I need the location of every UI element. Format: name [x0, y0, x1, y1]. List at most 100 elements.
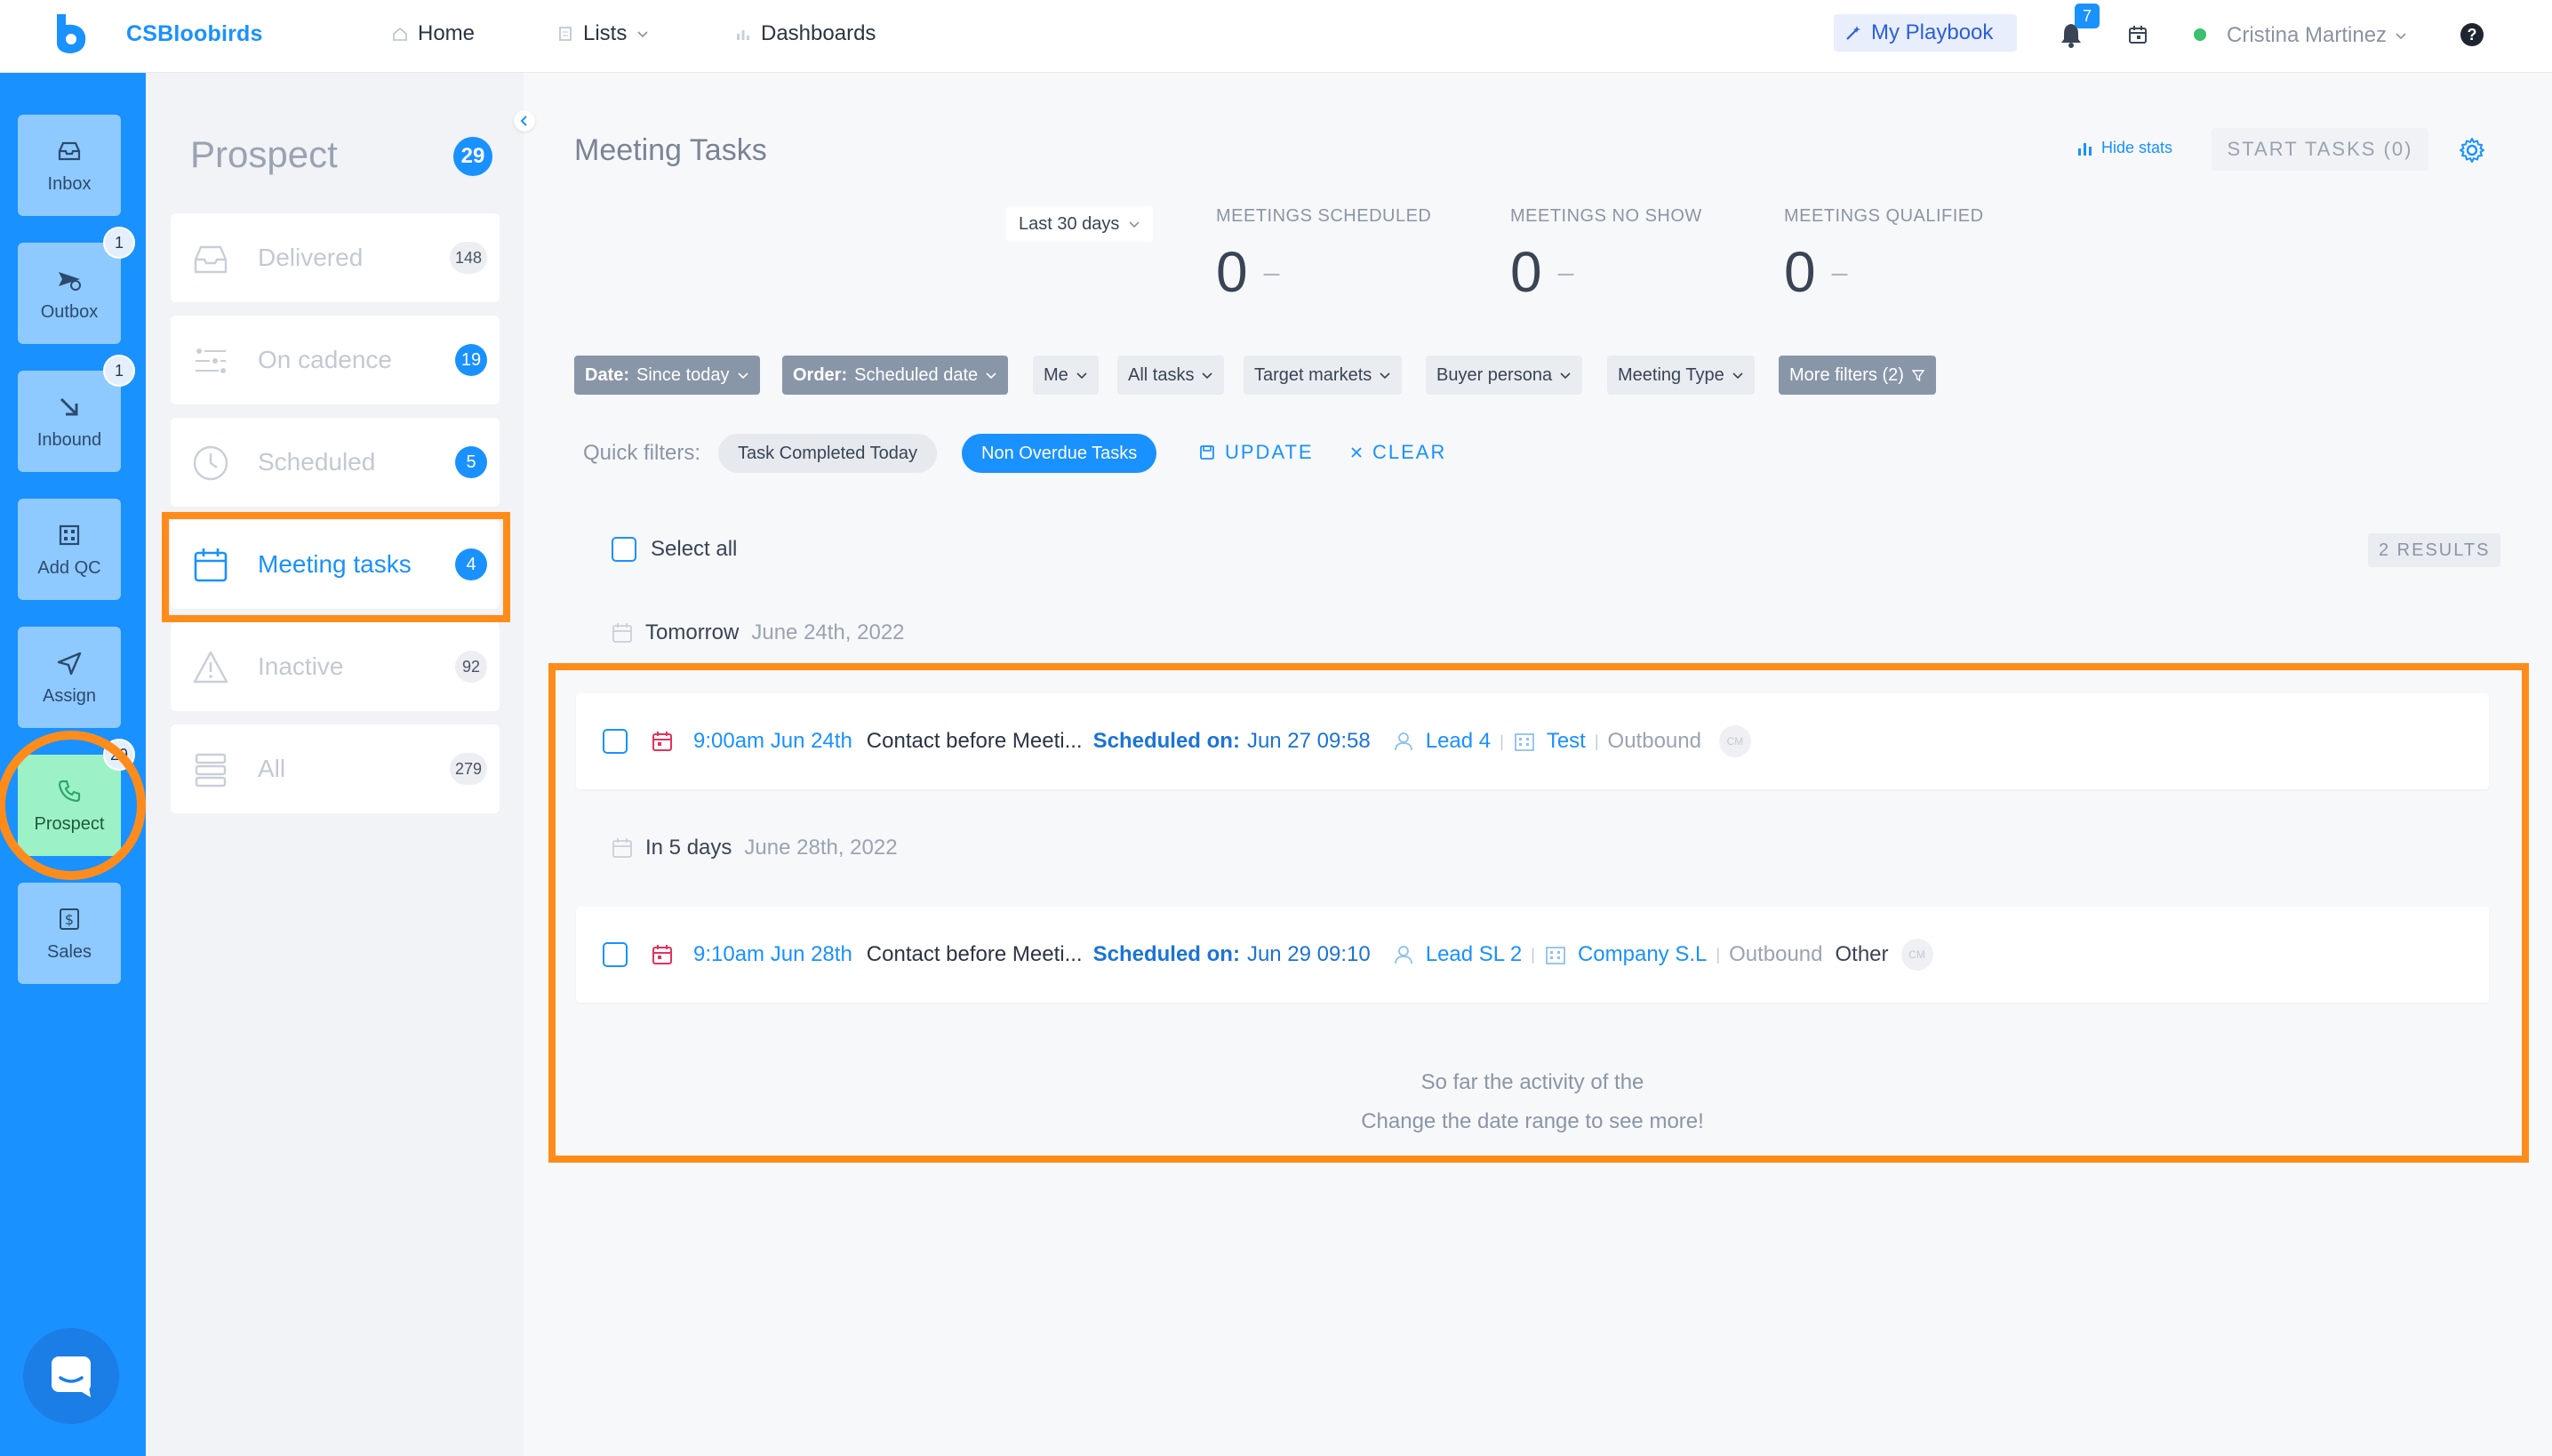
- filter-buyer-persona[interactable]: Buyer persona: [1426, 356, 1583, 395]
- filter-me[interactable]: Me: [1033, 356, 1099, 395]
- gear-icon[interactable]: [2459, 137, 2485, 164]
- calendar-icon[interactable]: [2128, 25, 2148, 44]
- task-checkbox[interactable]: [603, 942, 628, 967]
- filter-value: Since today: [636, 364, 730, 385]
- rail-add-qc[interactable]: Add QC: [18, 499, 121, 600]
- collapse-panel-button[interactable]: [514, 110, 535, 132]
- filter-meeting-type[interactable]: Meeting Type: [1607, 356, 1755, 395]
- warning-icon: [193, 651, 228, 684]
- clear-button[interactable]: CLEAR: [1349, 441, 1446, 464]
- update-button[interactable]: UPDATE: [1198, 441, 1314, 464]
- filter-value: Me: [1044, 364, 1068, 385]
- outbox-badge: 1: [103, 227, 135, 259]
- subpanel-item-all[interactable]: All 279: [171, 724, 500, 813]
- bloobirds-logo-icon[interactable]: [52, 12, 91, 55]
- stat-meetings-no-show: MEETINGS NO SHOW 0–: [1510, 206, 1702, 305]
- home-icon: [393, 27, 407, 41]
- rail-inbox[interactable]: Inbox: [18, 115, 121, 216]
- task-lead-link[interactable]: Lead 4: [1426, 729, 1491, 754]
- task-source: Outbound: [1729, 942, 1823, 966]
- nav-lists-label: Lists: [583, 21, 628, 45]
- subpanel-item-on-cadence[interactable]: On cadence 19: [171, 316, 500, 404]
- building-icon: [1514, 733, 1534, 751]
- subpanel-item-scheduled[interactable]: Scheduled 5: [171, 418, 500, 507]
- task-checkbox[interactable]: [603, 729, 628, 754]
- task-scheduled-value: Jun 27 09:58: [1246, 729, 1371, 753]
- hide-stats-link[interactable]: Hide stats: [2076, 139, 2172, 157]
- rail-sales-label: Sales: [46, 941, 92, 962]
- date-range-label: Last 30 days: [1019, 213, 1120, 234]
- chevron-down-icon: [1076, 372, 1087, 380]
- task-row[interactable]: 9:00am Jun 24th Contact before Meeti... …: [576, 693, 2489, 789]
- subpanel-item-label: Meeting tasks: [258, 550, 412, 578]
- user-name-label: Cristina Martinez: [2227, 23, 2388, 47]
- stat-label: MEETINGS NO SHOW: [1510, 206, 1702, 226]
- rail-inbox-label: Inbox: [47, 173, 92, 194]
- rail-assign-label: Assign: [42, 685, 97, 706]
- start-tasks-button[interactable]: START TASKS (0): [2212, 128, 2428, 171]
- task-company-link[interactable]: Test: [1547, 729, 1586, 754]
- task-time[interactable]: 9:10am Jun 28th: [693, 942, 852, 967]
- my-playbook-button[interactable]: My Playbook: [1834, 14, 2017, 52]
- task-lead-link[interactable]: Lead SL 2: [1426, 942, 1523, 967]
- outbox-icon: [59, 271, 81, 291]
- date-range-dropdown[interactable]: Last 30 days: [1006, 206, 1154, 242]
- separator: |: [1531, 945, 1535, 964]
- day-group-date: June 24th, 2022: [751, 620, 905, 644]
- inbox-icon: [58, 141, 81, 160]
- task-company-link[interactable]: Company S.L: [1578, 942, 1707, 967]
- building-icon: [59, 524, 80, 545]
- more-filters-button[interactable]: More filters (2): [1779, 356, 1936, 395]
- task-title[interactable]: Contact before Meeti...: [867, 729, 1083, 754]
- day-group-label: Tomorrow: [645, 620, 740, 644]
- separator: |: [1594, 732, 1599, 750]
- top-bar: CSBloobirds Home Lists Dashboards My Pla…: [0, 0, 2552, 73]
- subpanel-item-inactive[interactable]: Inactive 92: [171, 622, 500, 711]
- chat-launcher-button[interactable]: [23, 1328, 119, 1424]
- brand-name[interactable]: CSBloobirds: [126, 21, 263, 47]
- rail-outbox[interactable]: Outbox: [18, 243, 121, 344]
- nav-lists[interactable]: Lists: [556, 21, 650, 46]
- filter-value: All tasks: [1128, 364, 1195, 385]
- select-all-checkbox[interactable]: [612, 537, 636, 562]
- filter-all-tasks[interactable]: All tasks: [1117, 356, 1225, 395]
- separator: |: [1500, 732, 1504, 750]
- quick-filter-task-completed-today[interactable]: Task Completed Today: [718, 434, 937, 473]
- chat-icon: [52, 1356, 91, 1397]
- stat-value: 0: [1510, 240, 1542, 304]
- day-group-header: Tomorrow June 24th, 2022: [612, 620, 905, 645]
- nav-home[interactable]: Home: [391, 21, 475, 46]
- avatar[interactable]: CM: [1718, 725, 1751, 757]
- filter-order[interactable]: Order: Scheduled date: [782, 356, 1009, 395]
- task-row[interactable]: 9:10am Jun 28th Contact before Meeti... …: [576, 907, 2489, 1003]
- nav-dashboards[interactable]: Dashboards: [734, 21, 876, 46]
- rail-sales[interactable]: $ Sales: [18, 883, 121, 984]
- list-icon: [559, 27, 572, 41]
- help-icon[interactable]: ?: [2460, 23, 2484, 46]
- subpanel-title: Prospect: [190, 133, 338, 175]
- stat-label: MEETINGS SCHEDULED: [1216, 206, 1432, 226]
- task-title[interactable]: Contact before Meeti...: [867, 942, 1083, 967]
- my-playbook-label: My Playbook: [1871, 20, 1994, 44]
- quick-filter-non-overdue-tasks[interactable]: Non Overdue Tasks: [962, 434, 1157, 473]
- filter-value: Scheduled date: [854, 364, 979, 385]
- chevron-down-icon: [1732, 372, 1743, 380]
- quick-filters-label: Quick filters:: [583, 441, 701, 465]
- avatar[interactable]: CM: [1900, 939, 1933, 971]
- rail-assign[interactable]: Assign: [18, 627, 121, 728]
- prospect-badge: 29: [103, 739, 135, 771]
- rail-prospect[interactable]: Prospect: [18, 755, 121, 856]
- bar-chart-icon: [2078, 142, 2092, 156]
- task-time[interactable]: 9:00am Jun 24th: [693, 729, 852, 754]
- stat-trend: –: [1557, 255, 1574, 288]
- person-icon: [1394, 732, 1412, 751]
- subpanel-count-badge: 29: [453, 137, 492, 176]
- filter-date[interactable]: Date: Since today: [574, 356, 760, 395]
- subpanel-item-meeting-tasks[interactable]: Meeting tasks 4: [171, 520, 500, 609]
- rail-inbound[interactable]: Inbound: [18, 371, 121, 472]
- filter-target-markets[interactable]: Target markets: [1244, 356, 1403, 395]
- chevron-down-icon: [2396, 33, 2406, 40]
- user-menu[interactable]: Cristina Martinez: [2227, 23, 2408, 48]
- calendar-icon: [612, 838, 632, 858]
- subpanel-item-delivered[interactable]: Delivered 148: [171, 213, 500, 302]
